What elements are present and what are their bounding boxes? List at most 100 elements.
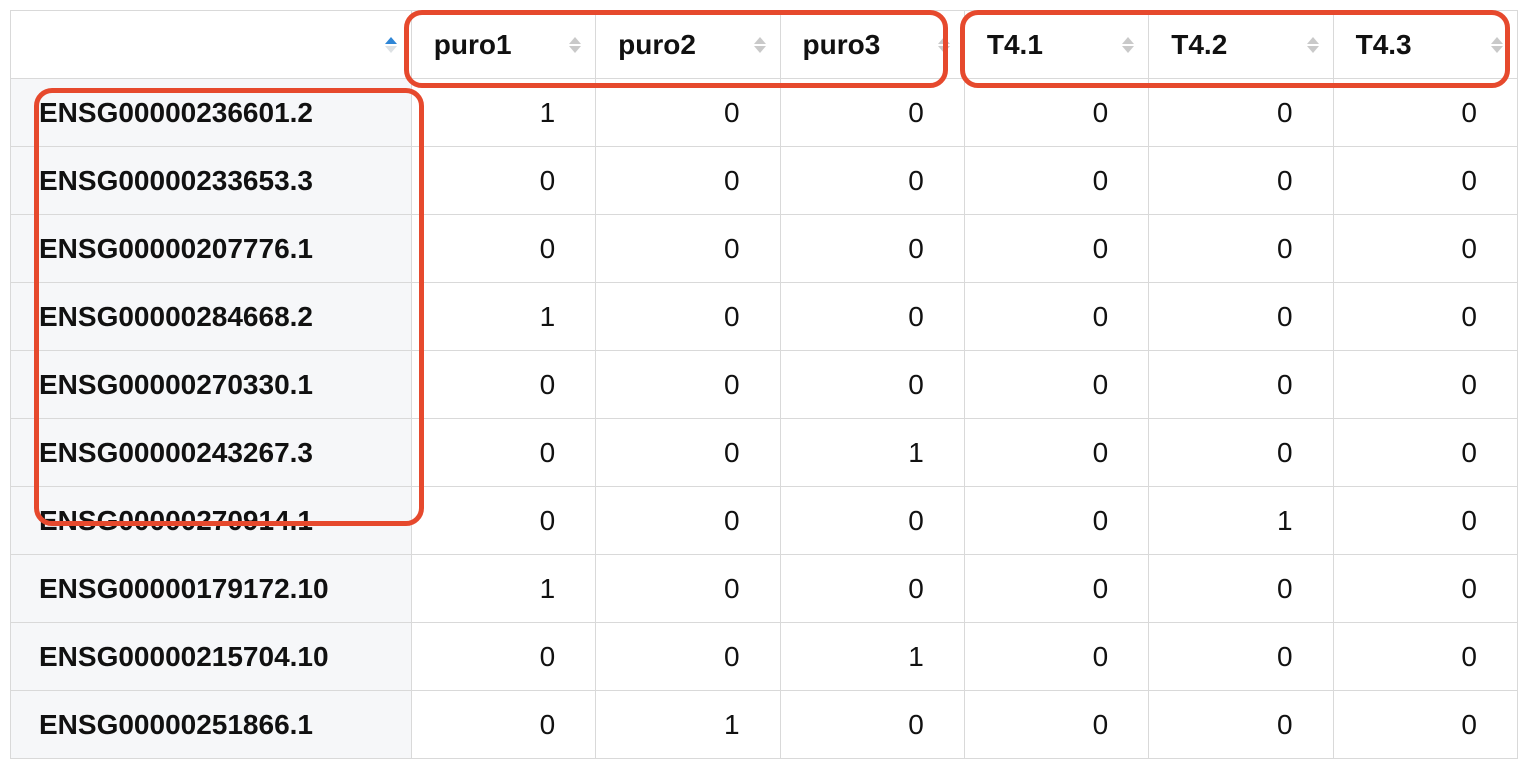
table-row: ENSG00000236601.2100000 bbox=[11, 79, 1518, 147]
data-cell: 0 bbox=[596, 215, 780, 283]
data-cell: 0 bbox=[780, 691, 964, 759]
data-cell: 0 bbox=[411, 691, 595, 759]
data-cell: 0 bbox=[1333, 487, 1517, 555]
table-row: ENSG00000233653.3000000 bbox=[11, 147, 1518, 215]
data-table: puro1 puro2 puro3 T4.1 T4.2 T4.3 ENSG000… bbox=[10, 10, 1518, 759]
row-id-cell: ENSG00000215704.10 bbox=[11, 623, 412, 691]
data-cell: 0 bbox=[1333, 419, 1517, 487]
data-cell: 0 bbox=[1333, 691, 1517, 759]
data-cell: 0 bbox=[780, 487, 964, 555]
data-cell: 0 bbox=[411, 487, 595, 555]
column-header[interactable]: T4.3 bbox=[1333, 11, 1517, 79]
table-row: ENSG00000207776.1000000 bbox=[11, 215, 1518, 283]
column-header-label: T4.3 bbox=[1334, 11, 1517, 78]
data-cell: 0 bbox=[1149, 79, 1333, 147]
data-cell: 0 bbox=[780, 555, 964, 623]
data-cell: 0 bbox=[411, 623, 595, 691]
table-row: ENSG00000179172.10100000 bbox=[11, 555, 1518, 623]
column-header[interactable]: T4.2 bbox=[1149, 11, 1333, 79]
table-row: ENSG00000251866.1010000 bbox=[11, 691, 1518, 759]
column-header-label: T4.2 bbox=[1149, 11, 1332, 78]
row-id-cell: ENSG00000251866.1 bbox=[11, 691, 412, 759]
sort-icon bbox=[569, 37, 581, 53]
table-row: ENSG00000270330.1000000 bbox=[11, 351, 1518, 419]
row-id-cell: ENSG00000284668.2 bbox=[11, 283, 412, 351]
data-cell: 0 bbox=[411, 215, 595, 283]
data-cell: 0 bbox=[964, 623, 1148, 691]
data-cell: 0 bbox=[1149, 283, 1333, 351]
data-cell: 0 bbox=[1149, 351, 1333, 419]
data-cell: 0 bbox=[964, 215, 1148, 283]
data-cell: 0 bbox=[411, 419, 595, 487]
data-cell: 0 bbox=[1149, 215, 1333, 283]
column-header[interactable]: puro2 bbox=[596, 11, 780, 79]
sort-icon bbox=[1491, 37, 1503, 53]
row-id-cell: ENSG00000270914.1 bbox=[11, 487, 412, 555]
row-id-cell: ENSG00000179172.10 bbox=[11, 555, 412, 623]
column-header-rownames[interactable] bbox=[11, 11, 412, 79]
column-header-label: puro2 bbox=[596, 11, 779, 78]
data-cell: 1 bbox=[780, 623, 964, 691]
column-header[interactable]: puro1 bbox=[411, 11, 595, 79]
data-cell: 0 bbox=[780, 215, 964, 283]
row-id-cell: ENSG00000233653.3 bbox=[11, 147, 412, 215]
data-cell: 0 bbox=[1333, 351, 1517, 419]
data-cell: 1 bbox=[411, 555, 595, 623]
data-cell: 1 bbox=[596, 691, 780, 759]
data-cell: 0 bbox=[596, 283, 780, 351]
data-cell: 0 bbox=[1149, 147, 1333, 215]
column-header-label: T4.1 bbox=[965, 11, 1148, 78]
data-cell: 0 bbox=[1333, 555, 1517, 623]
data-cell: 0 bbox=[780, 79, 964, 147]
data-cell: 0 bbox=[596, 419, 780, 487]
data-cell: 0 bbox=[1149, 691, 1333, 759]
data-cell: 0 bbox=[964, 419, 1148, 487]
data-cell: 0 bbox=[596, 623, 780, 691]
column-header[interactable]: T4.1 bbox=[964, 11, 1148, 79]
header-row: puro1 puro2 puro3 T4.1 T4.2 T4.3 bbox=[11, 11, 1518, 79]
column-header[interactable]: puro3 bbox=[780, 11, 964, 79]
data-cell: 0 bbox=[780, 351, 964, 419]
sort-icon bbox=[385, 37, 397, 53]
data-cell: 0 bbox=[964, 691, 1148, 759]
data-cell: 0 bbox=[1333, 79, 1517, 147]
sort-icon bbox=[938, 37, 950, 53]
data-cell: 0 bbox=[1333, 147, 1517, 215]
sort-icon bbox=[1122, 37, 1134, 53]
data-cell: 0 bbox=[1149, 419, 1333, 487]
data-cell: 1 bbox=[780, 419, 964, 487]
data-cell: 0 bbox=[964, 147, 1148, 215]
row-id-cell: ENSG00000243267.3 bbox=[11, 419, 412, 487]
data-cell: 0 bbox=[411, 351, 595, 419]
data-cell: 1 bbox=[411, 79, 595, 147]
data-cell: 0 bbox=[1149, 555, 1333, 623]
column-header-label: puro1 bbox=[412, 11, 595, 78]
data-cell: 0 bbox=[596, 487, 780, 555]
data-cell: 0 bbox=[964, 555, 1148, 623]
data-cell: 0 bbox=[780, 147, 964, 215]
data-cell: 0 bbox=[964, 351, 1148, 419]
table-row: ENSG00000243267.3001000 bbox=[11, 419, 1518, 487]
row-id-cell: ENSG00000236601.2 bbox=[11, 79, 412, 147]
data-cell: 0 bbox=[964, 79, 1148, 147]
data-cell: 0 bbox=[596, 555, 780, 623]
data-cell: 0 bbox=[780, 283, 964, 351]
row-id-cell: ENSG00000207776.1 bbox=[11, 215, 412, 283]
data-cell: 1 bbox=[411, 283, 595, 351]
data-cell: 0 bbox=[964, 283, 1148, 351]
data-cell: 0 bbox=[1333, 283, 1517, 351]
sort-icon bbox=[1307, 37, 1319, 53]
data-cell: 1 bbox=[1149, 487, 1333, 555]
sort-icon bbox=[754, 37, 766, 53]
column-header-label: puro3 bbox=[781, 11, 964, 78]
data-cell: 0 bbox=[596, 147, 780, 215]
data-cell: 0 bbox=[596, 79, 780, 147]
table-wrapper: puro1 puro2 puro3 T4.1 T4.2 T4.3 ENSG000… bbox=[10, 10, 1518, 759]
row-id-cell: ENSG00000270330.1 bbox=[11, 351, 412, 419]
data-cell: 0 bbox=[964, 487, 1148, 555]
data-cell: 0 bbox=[1149, 623, 1333, 691]
data-cell: 0 bbox=[411, 147, 595, 215]
table-row: ENSG00000270914.1000010 bbox=[11, 487, 1518, 555]
table-row: ENSG00000284668.2100000 bbox=[11, 283, 1518, 351]
data-cell: 0 bbox=[1333, 215, 1517, 283]
